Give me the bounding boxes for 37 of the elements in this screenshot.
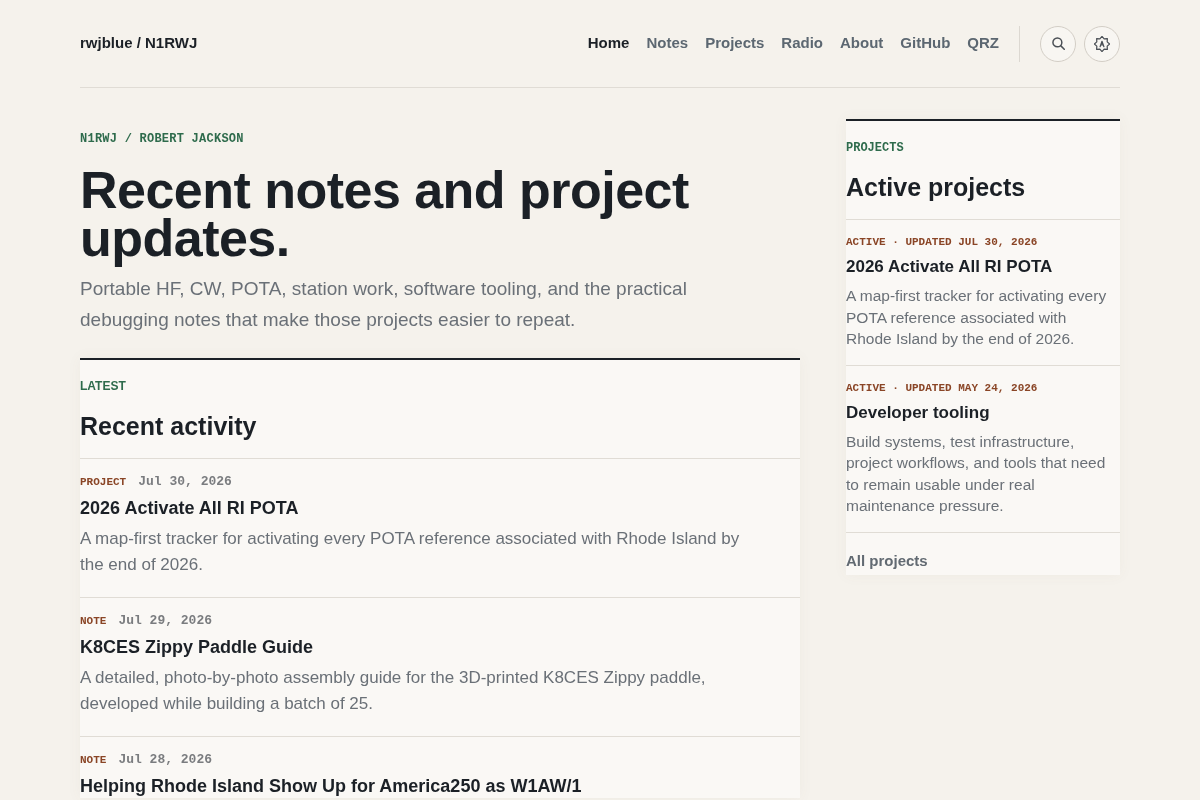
section-heading: Active projects xyxy=(846,172,1026,203)
page-heading: Recent notes and project updates. xyxy=(80,160,690,268)
search-button[interactable] xyxy=(1040,25,1076,62)
type-tag: PROJECT xyxy=(80,474,127,490)
project-summary: A map-first tracker for activating every POTA reference associated with Rhode Island by the end of 2026. xyxy=(846,286,1108,349)
project-status: ACTIVE · UPDATED JUL 30, 2026 xyxy=(846,235,1038,250)
nav-link[interactable]: Projects xyxy=(705,32,765,55)
nav-link[interactable]: Radio xyxy=(781,32,823,55)
post-date: Jul 30, 2026 xyxy=(138,474,232,490)
project-status: ACTIVE · UPDATED MAY 24, 2026 xyxy=(846,380,1038,396)
nav-link[interactable]: GitHub xyxy=(900,32,951,55)
nav-link[interactable]: Notes xyxy=(646,32,689,55)
all-projects-link[interactable]: All projects xyxy=(846,550,928,571)
brightness-auto-icon xyxy=(1094,35,1110,52)
post-summary: A map-first tracker for activating every POTA reference associated with Rhode Island by the end of 2026. xyxy=(80,528,741,576)
search-icon xyxy=(1051,37,1065,50)
post-title-link[interactable]: 2026 Activate All RI POTA xyxy=(80,496,299,520)
section-heading: Recent activity xyxy=(80,411,257,442)
post-summary: A detailed, photo-by-photo assembly guide for the 3D-printed K8CES Zippy paddle, developed while building a batch of 25. xyxy=(80,667,707,715)
post-title-link[interactable]: Helping Rhode Island Show Up for America250 as W1AW/1 xyxy=(80,774,582,798)
intro-paragraph: Portable HF, CW, POTA, station work, software tooling, and the practical debugging notes that make those projects easier to repeat. xyxy=(80,277,688,332)
post-title-link[interactable]: K8CES Zippy Paddle Guide xyxy=(80,635,314,659)
theme-toggle-button[interactable] xyxy=(1084,25,1120,62)
nav-link[interactable]: QRZ xyxy=(967,32,999,55)
project-summary: Build systems, test infrastructure, project workflows, and tools that need to remain usable under real maintenance pressure. xyxy=(846,431,1107,516)
type-tag: NOTE xyxy=(80,613,107,629)
eyebrow-label: PROJECTS xyxy=(846,140,904,156)
eyebrow-label: N1RWJ / ROBERT JACKSON xyxy=(80,131,244,147)
nav-link[interactable]: About xyxy=(840,32,884,55)
nav-link[interactable]: Home xyxy=(587,32,630,55)
eyebrow-label: LATEST xyxy=(80,378,126,394)
project-title-link[interactable]: 2026 Activate All RI POTA xyxy=(846,255,1053,279)
post-date: Jul 29, 2026 xyxy=(118,613,213,629)
type-tag: NOTE xyxy=(80,752,107,768)
post-date: Jul 28, 2026 xyxy=(118,752,213,768)
project-title-link[interactable]: Developer tooling xyxy=(846,400,990,425)
site-brand[interactable]: rwjblue / N1RWJ xyxy=(80,32,198,55)
